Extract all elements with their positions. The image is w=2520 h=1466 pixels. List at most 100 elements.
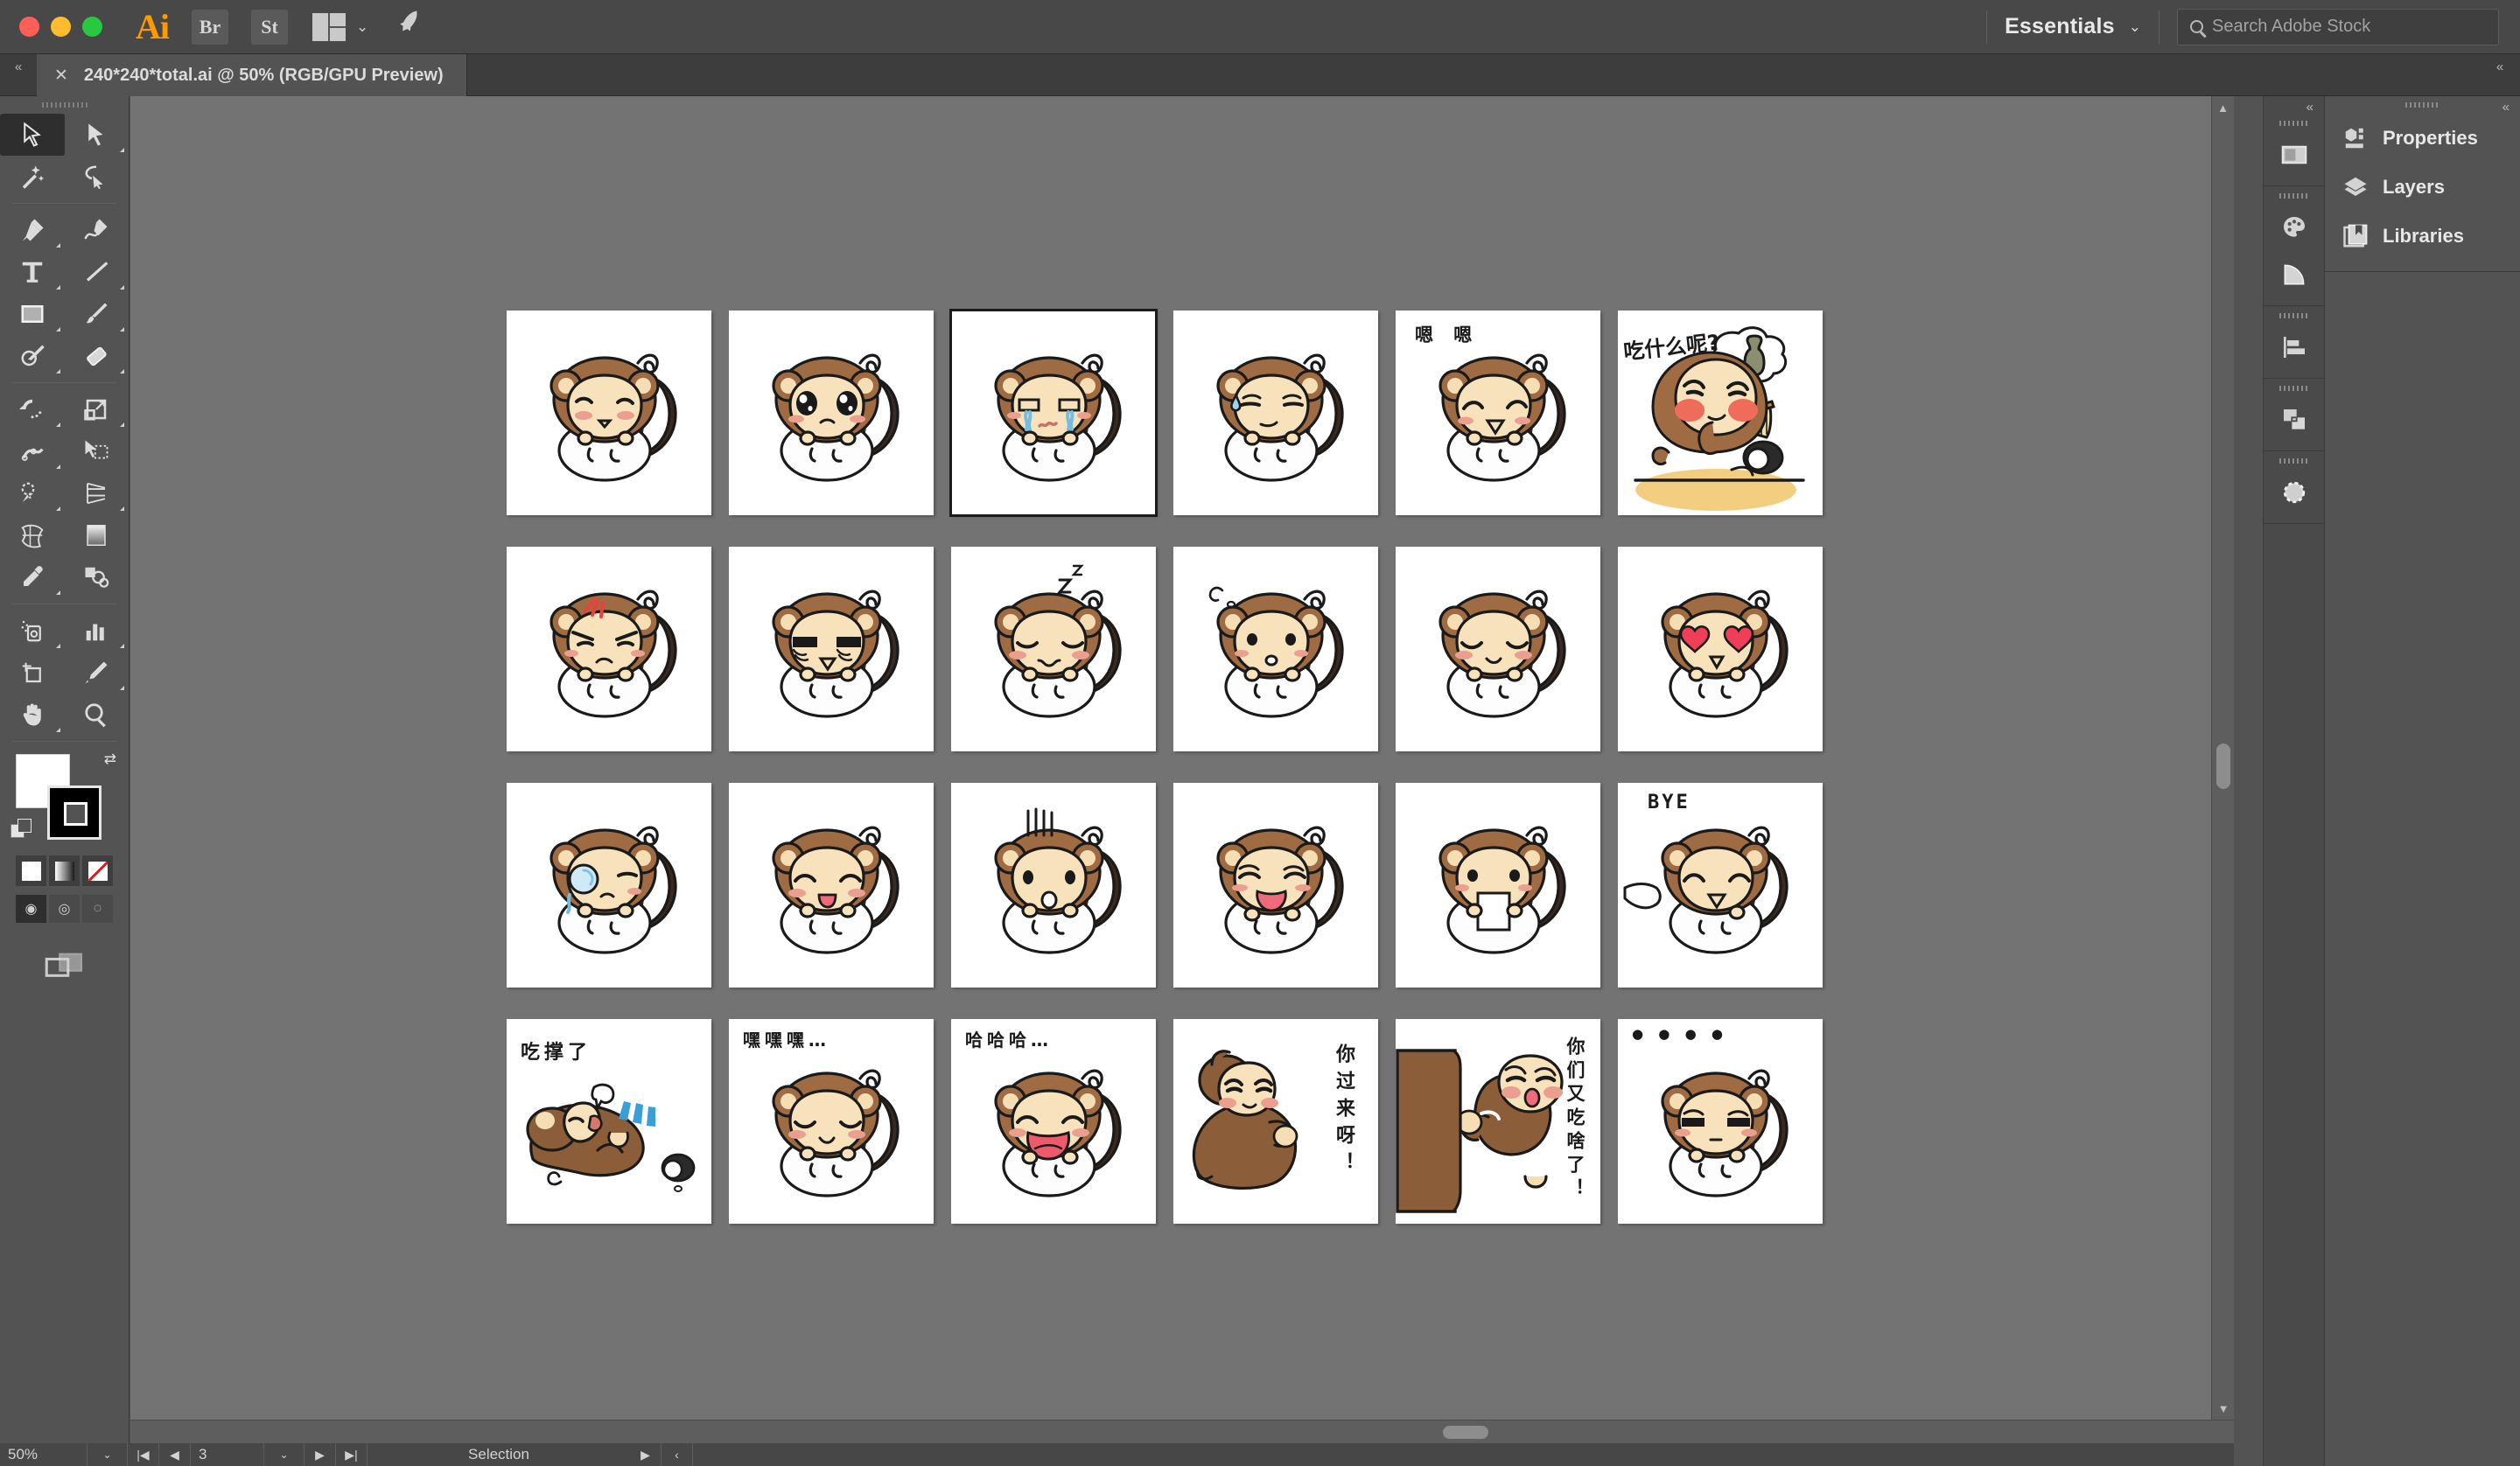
next-artboard-button[interactable]: ▶ — [304, 1443, 336, 1466]
dock-grip[interactable] — [2264, 308, 2324, 324]
shape-builder-tool[interactable] — [0, 472, 65, 514]
minimize-window-button[interactable] — [51, 17, 71, 37]
selection-tool[interactable] — [0, 114, 65, 156]
pen-tool[interactable] — [0, 209, 65, 251]
status-resize-handle[interactable]: ‹ — [662, 1443, 693, 1466]
document-tab[interactable]: ✕ 240*240*total.ai @ 50% (RGB/GPU Previe… — [37, 54, 467, 96]
toolbar-grip[interactable] — [0, 96, 129, 114]
workspace-chevron-down-icon[interactable]: ⌄ — [2129, 18, 2141, 36]
artboard-13[interactable] — [507, 783, 711, 988]
curvature-tool[interactable] — [65, 209, 130, 251]
artboard-15[interactable] — [951, 783, 1156, 988]
default-fill-stroke-icon[interactable] — [10, 819, 33, 841]
swap-fill-stroke-icon[interactable]: ⇄ — [104, 750, 116, 768]
artboard-9[interactable] — [951, 547, 1156, 751]
transparency-panel-icon[interactable] — [2264, 469, 2324, 516]
none-mode-button[interactable] — [82, 855, 113, 886]
dock-grip[interactable] — [2264, 453, 2324, 469]
scale-tool[interactable] — [65, 388, 130, 430]
arrange-documents-button[interactable]: ⌄ — [312, 12, 368, 41]
artboard-8[interactable] — [729, 547, 934, 751]
close-icon[interactable]: ✕ — [54, 66, 68, 86]
color-panel-icon[interactable] — [2264, 204, 2324, 251]
slice-tool[interactable] — [65, 652, 130, 694]
rotate-tool[interactable] — [0, 388, 65, 430]
artboard-23[interactable]: 你们又吃啥了！ — [1396, 1019, 1600, 1224]
type-tool[interactable] — [0, 251, 65, 293]
lasso-tool[interactable] — [65, 156, 130, 198]
bridge-button[interactable]: Br — [192, 9, 228, 45]
paintbrush-tool[interactable] — [65, 293, 130, 335]
canvas-vertical-scrollbar[interactable]: ▲ ▼ — [2211, 96, 2234, 1420]
artboard-18[interactable]: BYE — [1618, 783, 1823, 988]
dock-grip[interactable] — [2264, 115, 2324, 131]
eyedropper-tool[interactable] — [0, 556, 65, 598]
artboard-20[interactable]: 嘿嘿嘿… — [729, 1019, 934, 1224]
vertical-scroll-thumb[interactable] — [2216, 743, 2230, 789]
draw-normal-button[interactable]: ◉ — [16, 895, 46, 923]
artboard-22[interactable]: 你过来呀！ — [1173, 1019, 1378, 1224]
collapse-panel-icon[interactable]: « — [2502, 100, 2510, 115]
artboard-24[interactable]: ● ● ● ● — [1618, 1019, 1823, 1224]
collapse-left-icon[interactable]: « — [0, 54, 37, 95]
panel-item-libraries[interactable]: Libraries — [2325, 212, 2520, 261]
artboard-number-field[interactable]: 3 — [191, 1443, 264, 1466]
first-artboard-button[interactable]: |◀ — [128, 1443, 159, 1466]
artboard-3[interactable] — [949, 309, 1158, 517]
artboard-7[interactable] — [507, 547, 711, 751]
panel-grip[interactable] — [2325, 96, 2520, 114]
mesh-tool[interactable] — [0, 514, 65, 556]
gradient-mode-button[interactable] — [49, 855, 80, 886]
search-input[interactable]: Search Adobe Stock — [2212, 17, 2370, 37]
artboard-16[interactable] — [1173, 783, 1378, 988]
align-panel-icon[interactable] — [2264, 324, 2324, 371]
color-guide-panel-icon[interactable] — [2264, 251, 2324, 298]
collapse-dock-icon[interactable]: « — [2306, 100, 2314, 115]
artboard-11[interactable] — [1396, 547, 1600, 751]
magic-wand-tool[interactable] — [0, 156, 65, 198]
stroke-color-swatch[interactable] — [47, 785, 102, 840]
free-transform-tool[interactable] — [65, 430, 130, 472]
adobe-stock-search[interactable]: Search Adobe Stock — [2177, 8, 2499, 45]
eraser-tool[interactable] — [65, 335, 130, 377]
artboard-2[interactable] — [729, 311, 934, 515]
artboard-17[interactable] — [1396, 783, 1600, 988]
dock-grip[interactable] — [2264, 188, 2324, 204]
rectangle-tool[interactable] — [0, 293, 65, 335]
scroll-down-icon[interactable]: ▼ — [2212, 1397, 2234, 1420]
artboard-19[interactable]: 吃撑了 — [507, 1019, 711, 1224]
column-graph-tool[interactable] — [65, 610, 130, 652]
scroll-up-icon[interactable]: ▲ — [2212, 96, 2234, 119]
canvas[interactable]: 嗯 嗯 吃什么呢? BYE 吃撑了 嘿嘿嘿… 哈哈哈… 你过来呀！ 你们又吃啥了… — [130, 96, 2234, 1420]
draw-behind-button[interactable]: ◎ — [49, 895, 80, 923]
previous-artboard-button[interactable]: ◀ — [159, 1443, 191, 1466]
line-segment-tool[interactable] — [65, 251, 130, 293]
artboard-5[interactable]: 嗯 嗯 — [1396, 311, 1600, 515]
hand-tool[interactable] — [0, 694, 65, 736]
canvas-horizontal-scrollbar[interactable] — [130, 1420, 2234, 1443]
panel-item-layers[interactable]: Layers — [2325, 163, 2520, 212]
zoom-level-field[interactable]: 50% — [0, 1443, 88, 1466]
direct-selection-tool[interactable] — [65, 114, 130, 156]
change-screen-mode-button[interactable] — [0, 951, 129, 981]
close-window-button[interactable] — [19, 17, 39, 37]
transform-panel-icon[interactable] — [2264, 396, 2324, 443]
blend-tool[interactable] — [65, 556, 130, 598]
symbol-sprayer-tool[interactable] — [0, 610, 65, 652]
workspace-switcher[interactable]: Essentials — [2005, 14, 2115, 39]
artboard-10[interactable] — [1173, 547, 1378, 751]
discover-icon[interactable] — [392, 6, 428, 47]
dock-grip[interactable] — [2264, 380, 2324, 396]
artboard-14[interactable] — [729, 783, 934, 988]
status-menu-icon[interactable]: ▶ — [630, 1443, 662, 1466]
artboard-4[interactable] — [1173, 311, 1378, 515]
collapse-right-icon[interactable]: « — [2480, 54, 2520, 95]
shaper-tool[interactable] — [0, 335, 65, 377]
artboard-12[interactable] — [1618, 547, 1823, 751]
color-mode-button[interactable] — [16, 855, 46, 886]
artboards-panel-icon[interactable] — [2264, 131, 2324, 178]
horizontal-scroll-thumb[interactable] — [1443, 1426, 1488, 1439]
artboard-6[interactable]: 吃什么呢? — [1618, 311, 1823, 515]
stock-button[interactable]: St — [251, 9, 288, 45]
last-artboard-button[interactable]: ▶| — [336, 1443, 368, 1466]
